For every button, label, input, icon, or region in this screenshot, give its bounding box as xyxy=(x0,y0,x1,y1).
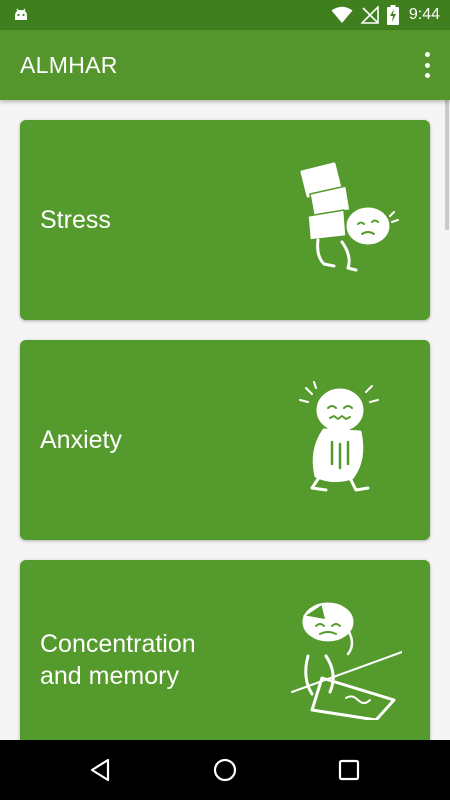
home-icon[interactable] xyxy=(210,755,240,785)
card-anxiety[interactable]: Anxiety xyxy=(20,340,430,540)
card-concentration-memory[interactable]: Concentration and memory xyxy=(20,560,430,740)
more-vert-icon[interactable] xyxy=(420,52,434,78)
app-bar: ALMHAR xyxy=(0,30,450,100)
android-debug-icon xyxy=(15,8,27,20)
card-title: Anxiety xyxy=(40,426,122,454)
card-title-line-2: and memory xyxy=(40,662,179,690)
status-bar: 9:44 xyxy=(0,0,450,30)
confused-person-illustration xyxy=(291,602,402,720)
anxious-person-illustration xyxy=(299,381,379,492)
scrollbar[interactable] xyxy=(445,100,449,230)
wifi-icon xyxy=(331,6,353,23)
category-list[interactable]: Stress Anxiety Concentration and memory xyxy=(0,100,450,740)
navigation-bar xyxy=(0,740,450,800)
card-title-line-1: Concentration xyxy=(40,630,196,658)
stressed-person-illustration xyxy=(300,162,399,272)
recents-icon[interactable] xyxy=(334,755,364,785)
status-icons: 9:44 xyxy=(331,4,440,26)
no-signal-icon xyxy=(360,6,379,24)
back-icon[interactable] xyxy=(86,755,116,785)
battery-charging-icon xyxy=(386,5,399,25)
app-title: ALMHAR xyxy=(20,52,118,78)
card-title: Stress xyxy=(40,206,111,234)
card-title: Concentration and memory xyxy=(40,628,260,692)
status-time: 9:44 xyxy=(408,6,440,23)
card-stress[interactable]: Stress xyxy=(20,120,430,320)
